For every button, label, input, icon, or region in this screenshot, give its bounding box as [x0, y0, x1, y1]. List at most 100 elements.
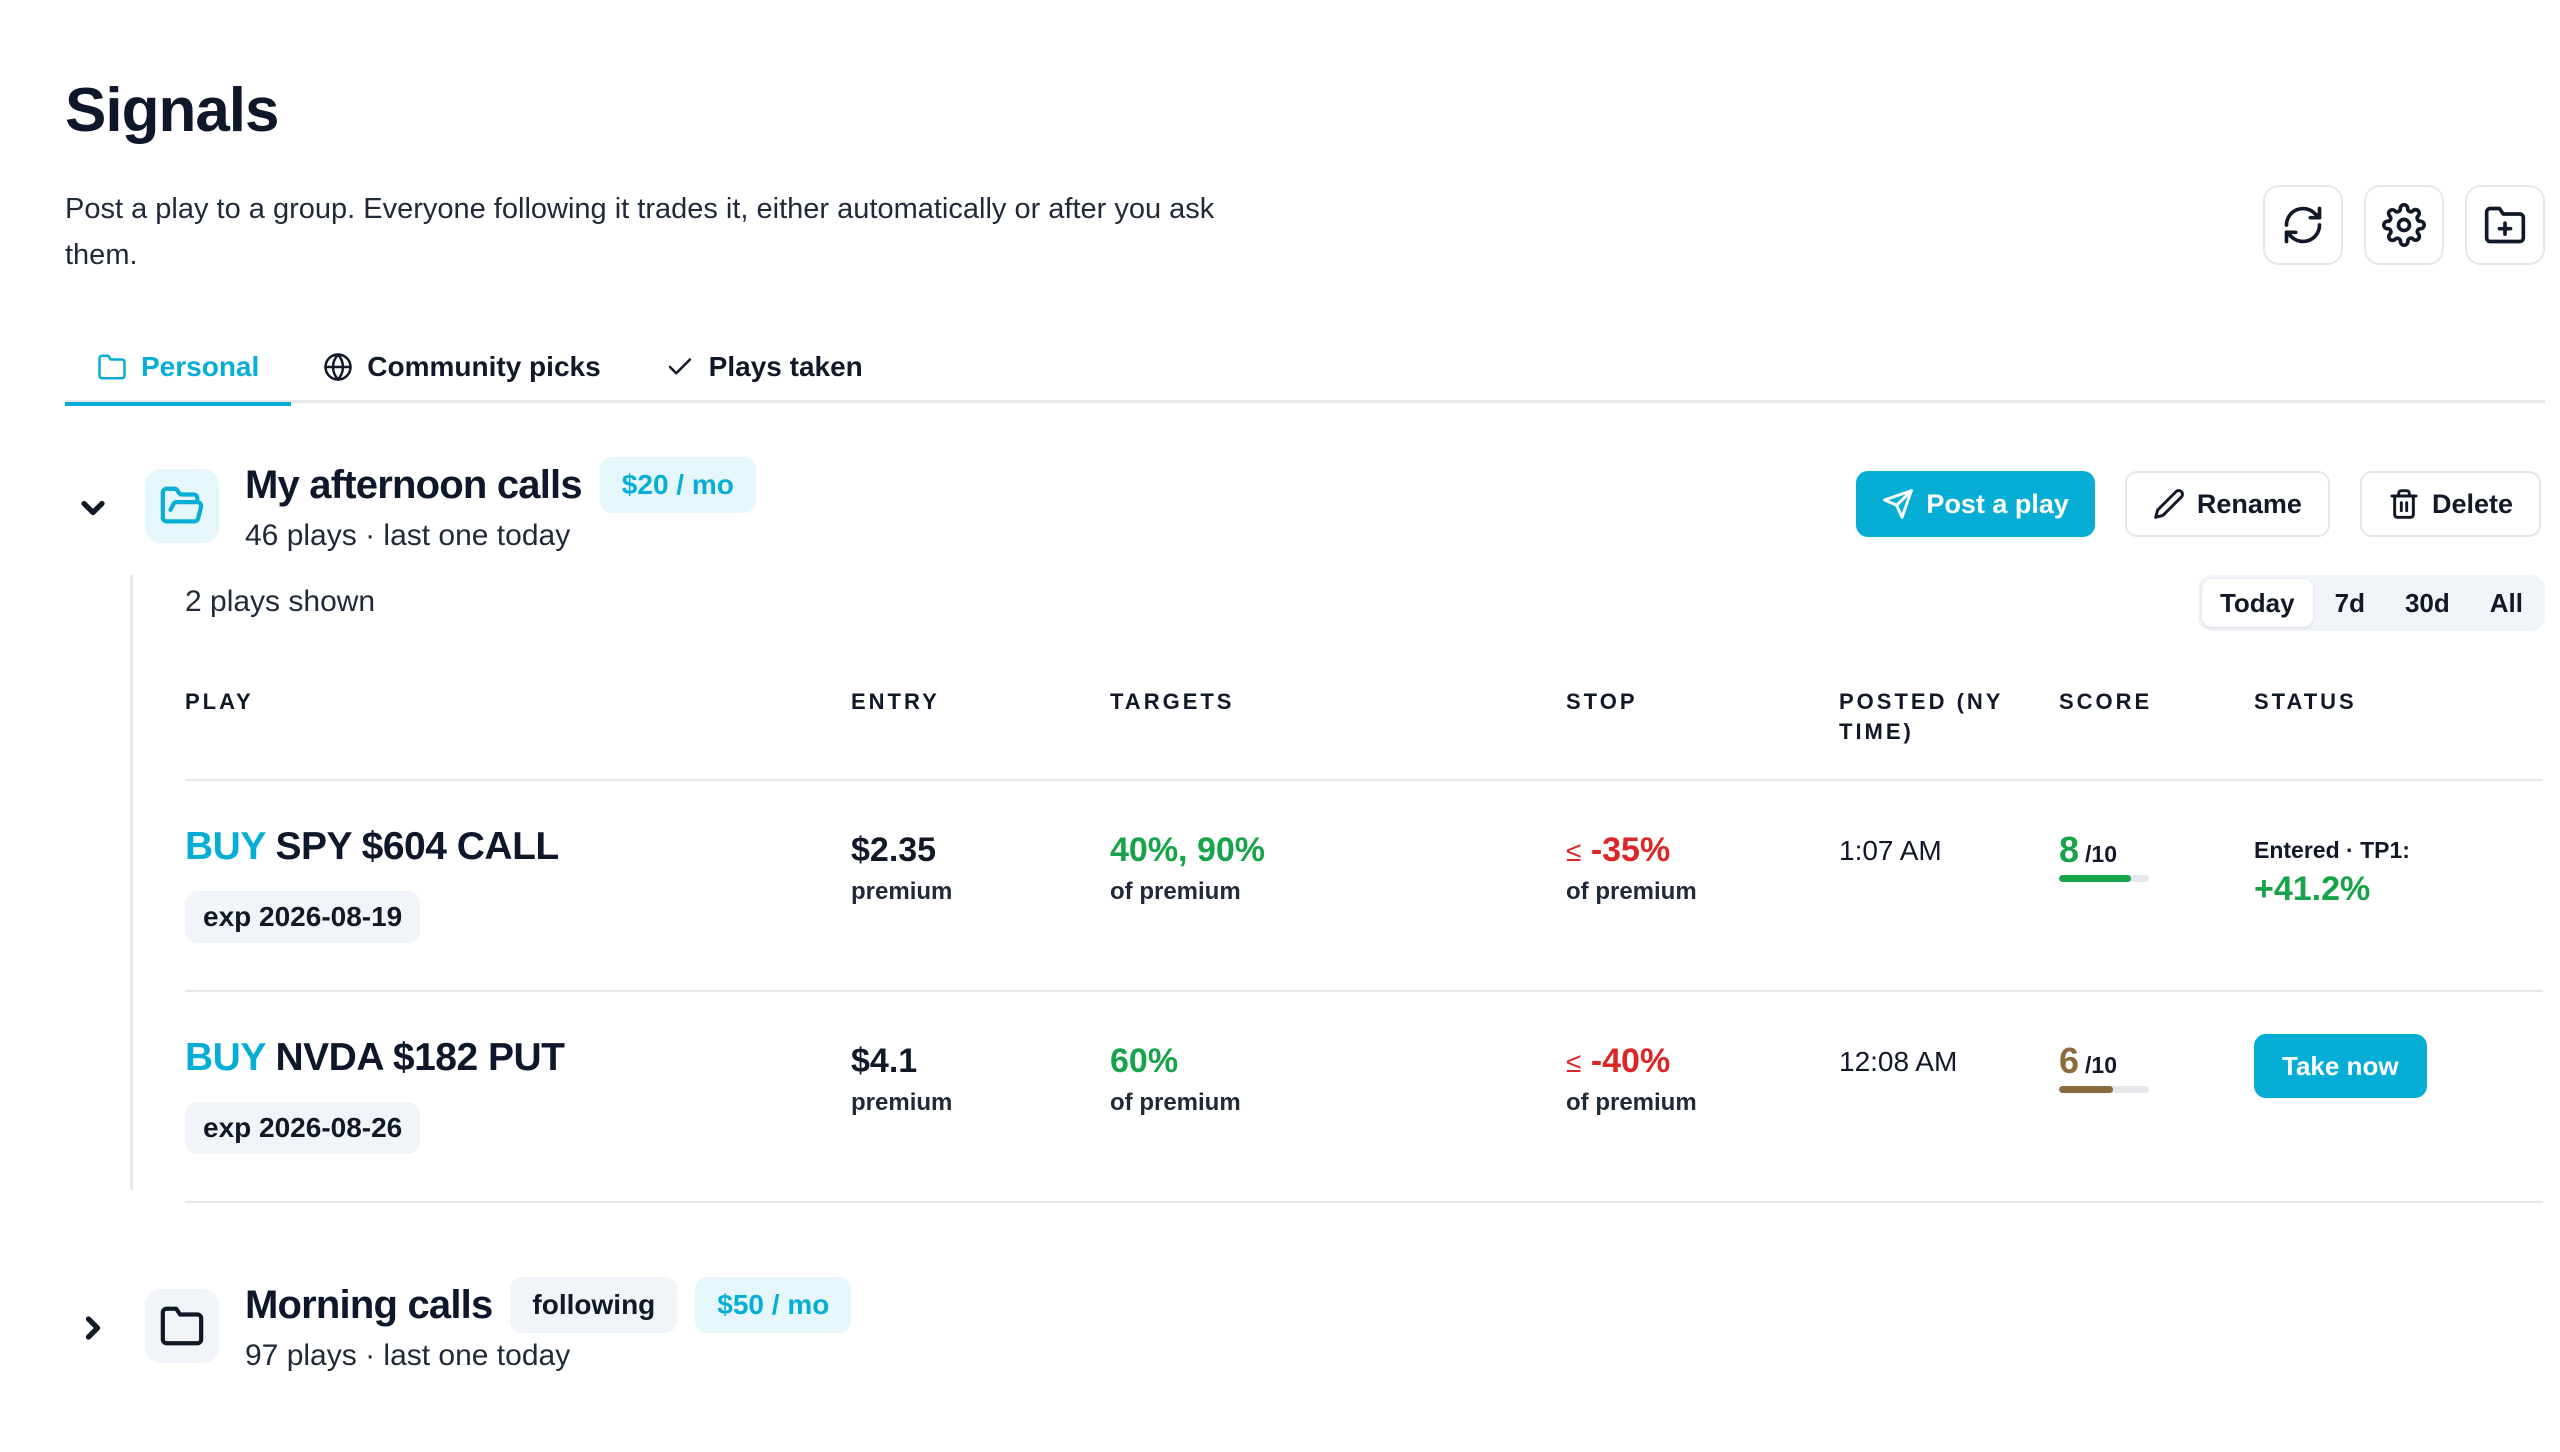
- targets-cell: 60% of premium: [1110, 1042, 1241, 1117]
- col-score: SCORE: [2059, 689, 2153, 714]
- group-morning-calls: Morning calls following $50 / mo 97 play…: [65, 1277, 2545, 1395]
- folder-plus-icon: [2484, 206, 2526, 244]
- group-actions: Post a play Rename Delete: [1856, 471, 2541, 537]
- targets-value: 40%, 90%: [1110, 831, 1265, 869]
- tab-personal[interactable]: Personal: [65, 330, 292, 406]
- posted-time: 12:08 AM: [1839, 1046, 1958, 1077]
- col-posted-line-2: TIME): [1839, 719, 1914, 744]
- score-cell: 8 /10: [2059, 829, 2149, 882]
- tab-plays-taken[interactable]: Plays taken: [633, 330, 895, 403]
- delete-button[interactable]: Delete: [2359, 471, 2541, 537]
- tab-bar: Personal Community picks Plays taken: [65, 330, 2545, 406]
- expand-toggle[interactable]: [75, 1310, 111, 1346]
- range-all[interactable]: All: [2472, 579, 2541, 627]
- table-header: PLAY ENTRY TARGETS STOP POSTED (NY TIME)…: [185, 685, 2543, 781]
- range-7d[interactable]: 7d: [2317, 579, 2383, 627]
- stop-value: ≤ -35%: [1566, 831, 1697, 870]
- tab-label: Personal: [141, 350, 260, 382]
- table-row[interactable]: BUY NVDA $182 PUT exp 2026-08-26 $4.1 pr…: [185, 992, 2543, 1203]
- play-contract: NVDA $182 PUT: [275, 1036, 565, 1079]
- play-cell: BUY NVDA $182 PUT exp 2026-08-26: [185, 1036, 565, 1154]
- stop-percent: -35%: [1590, 831, 1671, 869]
- score-bar-fill: [2059, 1086, 2113, 1093]
- status-cell: Take now: [2254, 1034, 2427, 1098]
- status-cell: Entered · TP1: +41.2%: [2254, 837, 2410, 909]
- check-icon: [668, 357, 691, 374]
- expiry-badge: exp 2026-08-26: [185, 1102, 421, 1154]
- refresh-button[interactable]: [2263, 185, 2343, 265]
- folder-icon: [98, 354, 126, 379]
- play-title: BUY NVDA $182 PUT: [185, 1036, 565, 1080]
- tab-community-picks[interactable]: Community picks: [291, 330, 632, 403]
- range-today[interactable]: Today: [2201, 579, 2313, 627]
- col-entry: ENTRY: [851, 689, 940, 714]
- expiry-badge: exp 2026-08-19: [185, 891, 421, 943]
- rename-label: Rename: [2196, 488, 2302, 519]
- score-bar: [2059, 875, 2149, 882]
- stop-unit: of premium: [1566, 1089, 1697, 1116]
- col-stop: STOP: [1566, 689, 1638, 714]
- group-folder: [145, 1289, 219, 1363]
- page-subtitle: Post a play to a group. Everyone followi…: [65, 193, 1215, 271]
- rename-button[interactable]: Rename: [2124, 471, 2330, 537]
- targets-cell: 40%, 90% of premium: [1110, 831, 1265, 906]
- score-value: 6: [2059, 1040, 2080, 1081]
- plays-shown-count: 2 plays shown: [185, 585, 376, 618]
- entry-unit: premium: [851, 1089, 953, 1116]
- collapse-toggle[interactable]: [75, 490, 111, 526]
- play-cell: BUY SPY $604 CALL exp 2026-08-19: [185, 825, 559, 943]
- score-bar: [2059, 1086, 2149, 1093]
- price-badge: $20 / mo: [599, 457, 756, 513]
- col-posted-line-1: POSTED (NY: [1839, 689, 2004, 714]
- delete-label: Delete: [2431, 488, 2513, 519]
- post-play-label: Post a play: [1926, 488, 2069, 519]
- post-play-button[interactable]: Post a play: [1856, 471, 2095, 537]
- group-my-afternoon-calls: My afternoon calls $20 / mo 46 plays · l…: [65, 457, 2545, 1203]
- targets-unit: of premium: [1110, 1089, 1241, 1116]
- tab-label: Community picks: [367, 350, 601, 382]
- table-row[interactable]: BUY SPY $604 CALL exp 2026-08-19 $2.35 p…: [185, 781, 2543, 992]
- trash-icon: [2390, 489, 2418, 519]
- targets-value: 60%: [1110, 1042, 1179, 1080]
- col-posted: POSTED (NY TIME): [1839, 687, 2003, 747]
- group-name: Morning calls: [245, 1282, 493, 1327]
- posted-time: 1:07 AM: [1839, 835, 1942, 866]
- score-value: 8: [2059, 829, 2080, 870]
- signals-page: Signals Post a play to a group. Everyone…: [65, 76, 2545, 1372]
- new-group-button[interactable]: [2465, 185, 2545, 265]
- play-title: BUY SPY $604 CALL: [185, 825, 559, 869]
- entry-cell: $2.35 premium: [851, 831, 952, 906]
- following-badge: following: [510, 1277, 678, 1333]
- folder-icon: [160, 1306, 204, 1346]
- group-body: 2 plays shown Today 7d 30d All PLAY ENTR…: [130, 575, 2545, 1203]
- col-play: PLAY: [185, 689, 254, 714]
- score: 6 /10: [2059, 1040, 2149, 1082]
- take-now-button[interactable]: Take now: [2254, 1034, 2427, 1098]
- status-value: +41.2%: [2254, 870, 2371, 908]
- score-scale: /10: [2085, 841, 2118, 867]
- entry-value: $2.35: [851, 831, 937, 869]
- score-bar-fill: [2059, 875, 2131, 882]
- group-header: Morning calls following $50 / mo 97 play…: [65, 1277, 2545, 1395]
- group-name: My afternoon calls: [245, 462, 583, 507]
- plays-table: PLAY ENTRY TARGETS STOP POSTED (NY TIME)…: [185, 685, 2543, 1203]
- pencil-icon: [2154, 489, 2184, 519]
- score-cell: 6 /10: [2059, 1040, 2149, 1093]
- col-status: STATUS: [2254, 689, 2357, 714]
- time-range-selector: Today 7d 30d All: [2197, 575, 2545, 631]
- group-meta: 97 plays · last one today: [245, 1339, 571, 1372]
- entry-cell: $4.1 premium: [851, 1042, 952, 1117]
- group-meta: 46 plays · last one today: [245, 519, 571, 552]
- play-side: BUY: [185, 1036, 266, 1079]
- group-name-row: Morning calls following $50 / mo: [245, 1277, 852, 1333]
- status-label: Entered · TP1:: [2254, 837, 2410, 863]
- stop-cell: ≤ -40% of premium: [1566, 1042, 1697, 1117]
- range-30d[interactable]: 30d: [2387, 579, 2468, 627]
- play-side: BUY: [185, 825, 266, 868]
- settings-button[interactable]: [2364, 185, 2444, 265]
- stop-cell: ≤ -35% of premium: [1566, 831, 1697, 906]
- page-title: Signals: [65, 76, 280, 145]
- chevron-down-icon: [81, 500, 105, 516]
- stop-percent: -40%: [1590, 1042, 1671, 1080]
- group-header: My afternoon calls $20 / mo 46 plays · l…: [65, 457, 2545, 575]
